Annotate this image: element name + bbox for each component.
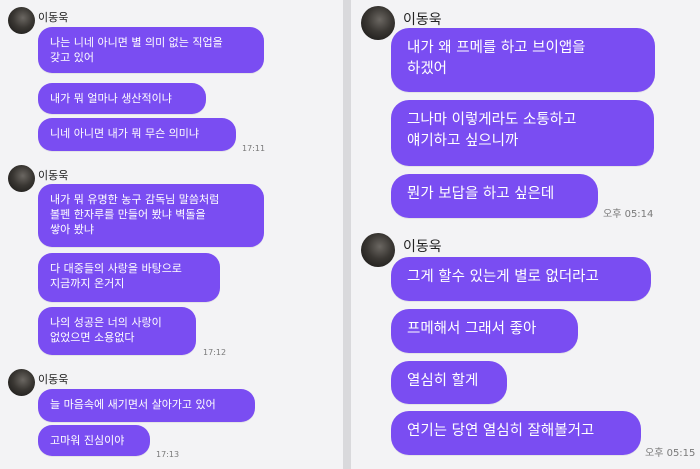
message-bubble[interactable]: 그게 할수 있는게 별로 없더라고: [391, 257, 651, 301]
sender-avatar[interactable]: [361, 6, 395, 40]
message-bubble[interactable]: 내가 왜 프메를 하고 브이앱을 하겠어: [391, 28, 655, 92]
message-bubble[interactable]: 프메해서 그래서 좋아: [391, 309, 578, 353]
right-chat-panel: 이동욱 내가 왜 프메를 하고 브이앱을 하겠어 그나마 이렇게라도 소통하고 …: [351, 0, 700, 469]
sender-avatar[interactable]: [8, 7, 35, 34]
message-timestamp: 오후 05:15: [645, 448, 696, 459]
sender-avatar[interactable]: [8, 369, 35, 396]
message-timestamp: 17:12: [203, 348, 227, 357]
sender-name: 이동욱: [403, 239, 442, 255]
sender-name: 이동욱: [38, 169, 69, 182]
message-bubble[interactable]: 연기는 당연 열심히 잘해볼거고: [391, 411, 641, 455]
message-timestamp: 오후 05:14: [603, 209, 654, 220]
message-bubble[interactable]: 나의 성공은 너의 사랑이 없었으면 소용없다: [38, 307, 196, 355]
message-bubble[interactable]: 뭔가 보답을 하고 싶은데: [391, 174, 598, 218]
left-chat-panel: 이동욱 나는 니네 아니면 별 의미 없는 직업을 갖고 있어 내가 뭐 얼마나…: [0, 0, 343, 469]
sender-name: 이동욱: [38, 11, 69, 24]
sender-avatar[interactable]: [361, 233, 395, 267]
message-bubble[interactable]: 그나마 이렇게라도 소통하고 얘기하고 싶으니까: [391, 100, 654, 166]
sender-name: 이동욱: [403, 12, 442, 28]
message-bubble[interactable]: 내가 뭐 유명한 농구 감독님 말씀처럼 볼펜 한자루를 만들어 봤냐 벽돌을 …: [38, 184, 264, 247]
message-bubble[interactable]: 내가 뭐 얼마나 생산적이냐: [38, 83, 206, 114]
message-bubble[interactable]: 고마워 진심이야: [38, 425, 150, 456]
message-timestamp: 17:11: [242, 144, 266, 153]
message-timestamp: 17:13: [156, 450, 180, 459]
sender-avatar[interactable]: [8, 165, 35, 192]
sender-name: 이동욱: [38, 373, 69, 386]
message-bubble[interactable]: 니네 아니면 내가 뭐 무슨 의미냐: [38, 118, 236, 151]
message-bubble[interactable]: 늘 마음속에 새기면서 살아가고 있어: [38, 389, 255, 422]
message-bubble[interactable]: 나는 니네 아니면 별 의미 없는 직업을 갖고 있어: [38, 27, 264, 73]
message-bubble[interactable]: 열심히 할게: [391, 361, 507, 404]
message-bubble[interactable]: 다 대중들의 사랑을 바탕으로 지금까지 온거지: [38, 253, 220, 302]
